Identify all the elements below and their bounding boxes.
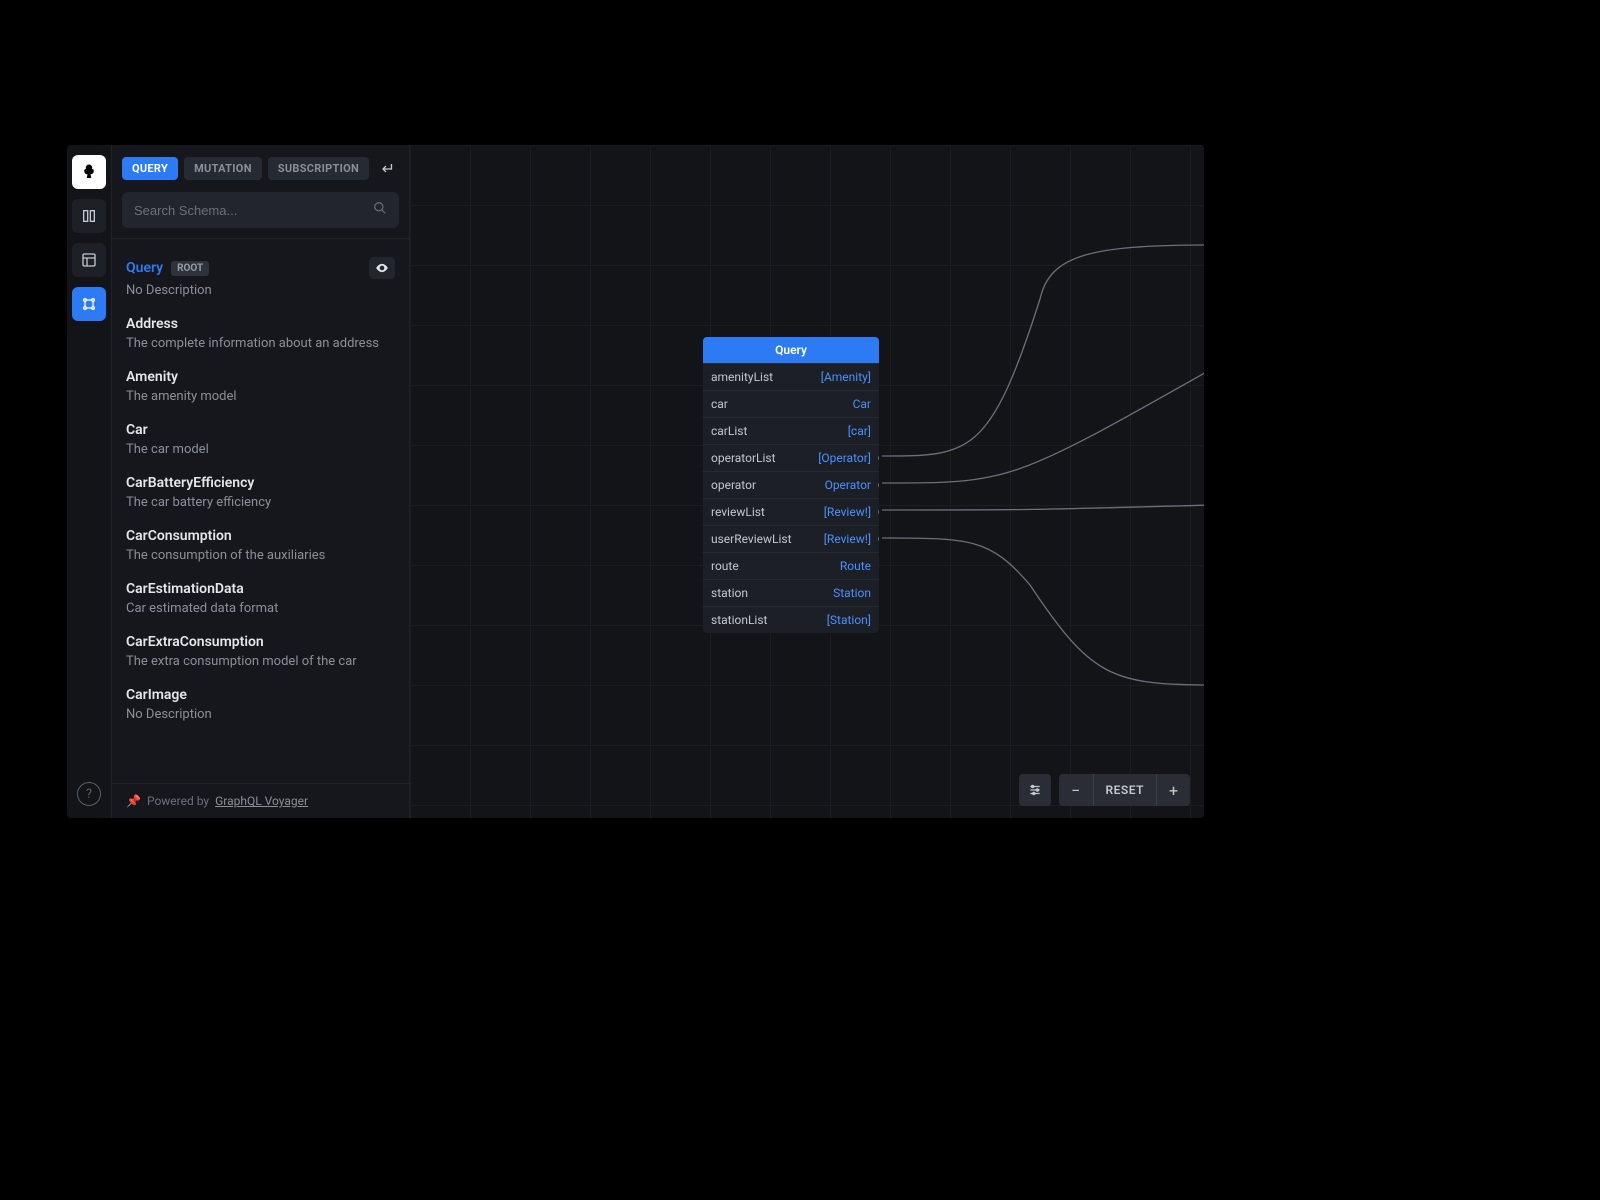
field-name: reviewList: [711, 505, 765, 519]
schema-item-desc: The complete information about an addres…: [126, 336, 395, 351]
connection-port-icon: [878, 455, 879, 461]
node-field-row[interactable]: stationList [Station]: [703, 606, 879, 633]
reset-button[interactable]: RESET: [1093, 774, 1156, 806]
schema-item[interactable]: CarExtraConsumption The extra consumption…: [126, 626, 395, 679]
schema-item-desc: No Description: [126, 283, 395, 298]
tab-mutation[interactable]: MUTATION: [184, 157, 262, 180]
icon-rail: ?: [67, 145, 112, 818]
docs-icon[interactable]: [72, 199, 106, 233]
schema-item-desc: The amenity model: [126, 389, 395, 404]
visibility-icon[interactable]: [369, 257, 395, 279]
schema-item-name: CarBatteryEfficiency: [126, 475, 254, 491]
field-type: Station: [833, 586, 871, 600]
schema-item[interactable]: CarImage No Description: [126, 679, 395, 732]
pin-icon: 📌: [126, 794, 141, 808]
schema-item-desc: No Description: [126, 707, 395, 722]
field-name: car: [711, 397, 728, 411]
node-field-row[interactable]: userReviewList [Review!]: [703, 525, 879, 552]
schema-item-desc: The car battery efficiency: [126, 495, 395, 510]
field-type: [Review!]: [824, 532, 871, 546]
connection-port-icon: [878, 509, 879, 515]
query-node[interactable]: Query amenityList [Amenity] car Car carList […: [703, 337, 879, 633]
field-type: [car]: [848, 424, 871, 438]
connection-port-icon: [878, 536, 879, 542]
node-field-row[interactable]: station Station: [703, 579, 879, 606]
schema-item-desc: The consumption of the auxiliaries: [126, 548, 395, 563]
collapse-sidebar-icon[interactable]: ↵: [378, 155, 399, 182]
root-badge: ROOT: [171, 261, 209, 276]
schema-item[interactable]: Amenity The amenity model: [126, 361, 395, 414]
connection-port-icon: [878, 482, 879, 488]
field-type: Route: [840, 559, 871, 573]
field-type: [Operator]: [818, 451, 871, 465]
node-field-row[interactable]: operatorList [Operator]: [703, 444, 879, 471]
schema-item[interactable]: CarConsumption The consumption of the aux…: [126, 520, 395, 573]
field-type: [Review!]: [824, 505, 871, 519]
node-field-row[interactable]: car Car: [703, 390, 879, 417]
tab-subscription[interactable]: SUBSCRIPTION: [268, 157, 369, 180]
zoom-controls: − RESET +: [1059, 774, 1190, 806]
node-field-row[interactable]: carList [car]: [703, 417, 879, 444]
schema-item[interactable]: CarBatteryEfficiency The car battery effi…: [126, 467, 395, 520]
schema-item-name: Car: [126, 422, 148, 438]
zoom-out-button[interactable]: −: [1059, 774, 1093, 806]
field-type: [Amenity]: [821, 370, 871, 384]
schema-item-desc: The car model: [126, 442, 395, 457]
schema-item-name: Amenity: [126, 369, 178, 385]
field-type: Car: [853, 397, 871, 411]
schema-item[interactable]: Address The complete information about an…: [126, 308, 395, 361]
voyager-icon[interactable]: [72, 287, 106, 321]
schema-item-name: Address: [126, 316, 178, 332]
logo-icon[interactable]: [72, 155, 106, 189]
field-name: stationList: [711, 613, 767, 627]
schema-list[interactable]: Query ROOT No Description Address The comple…: [112, 238, 409, 783]
field-name: station: [711, 586, 748, 600]
schema-item-desc: The extra consumption model of the car: [126, 654, 395, 669]
schema-item-name: CarImage: [126, 687, 187, 703]
schema-item[interactable]: CarEstimationData Car estimated data form…: [126, 573, 395, 626]
field-name: operatorList: [711, 451, 776, 465]
zoom-in-button[interactable]: +: [1156, 774, 1190, 806]
search-input[interactable]: [134, 203, 373, 218]
node-field-row[interactable]: route Route: [703, 552, 879, 579]
schema-item-name: CarConsumption: [126, 528, 232, 544]
schema-icon[interactable]: [72, 243, 106, 277]
settings-button[interactable]: [1019, 774, 1051, 806]
field-name: route: [711, 559, 739, 573]
search-box: [122, 192, 399, 228]
field-name: amenityList: [711, 370, 773, 384]
node-field-row[interactable]: reviewList [Review!]: [703, 498, 879, 525]
field-type: Operator: [825, 478, 871, 492]
operation-tabs: QUERY MUTATION SUBSCRIPTION ↵: [112, 145, 409, 192]
help-icon[interactable]: ?: [77, 782, 101, 806]
sidebar: QUERY MUTATION SUBSCRIPTION ↵ Query ROOT N…: [112, 145, 410, 818]
footer-prefix: Powered by: [147, 794, 209, 808]
schema-item-desc: Car estimated data format: [126, 601, 395, 616]
schema-item-name: Query: [126, 260, 163, 276]
node-field-row[interactable]: operator Operator: [703, 471, 879, 498]
schema-item-name: CarExtraConsumption: [126, 634, 264, 650]
footer-link[interactable]: GraphQL Voyager: [215, 794, 308, 808]
field-type: [Station]: [827, 613, 871, 627]
schema-item-name: CarEstimationData: [126, 581, 244, 597]
tab-query[interactable]: QUERY: [122, 157, 178, 180]
node-field-row[interactable]: amenityList [Amenity]: [703, 363, 879, 390]
field-name: carList: [711, 424, 747, 438]
node-title: Query: [703, 337, 879, 363]
graph-canvas[interactable]: Query amenityList [Amenity] car Car carList […: [410, 145, 1204, 818]
schema-item[interactable]: Query ROOT No Description: [126, 249, 395, 308]
app-window: ? QUERY MUTATION SUBSCRIPTION ↵ Query ROO…: [67, 145, 1204, 818]
schema-item[interactable]: Car The car model: [126, 414, 395, 467]
field-name: userReviewList: [711, 532, 792, 546]
search-icon: [373, 201, 387, 219]
sidebar-footer: 📌 Powered by GraphQL Voyager: [112, 783, 409, 818]
field-name: operator: [711, 478, 756, 492]
canvas-controls: − RESET +: [1019, 774, 1190, 806]
